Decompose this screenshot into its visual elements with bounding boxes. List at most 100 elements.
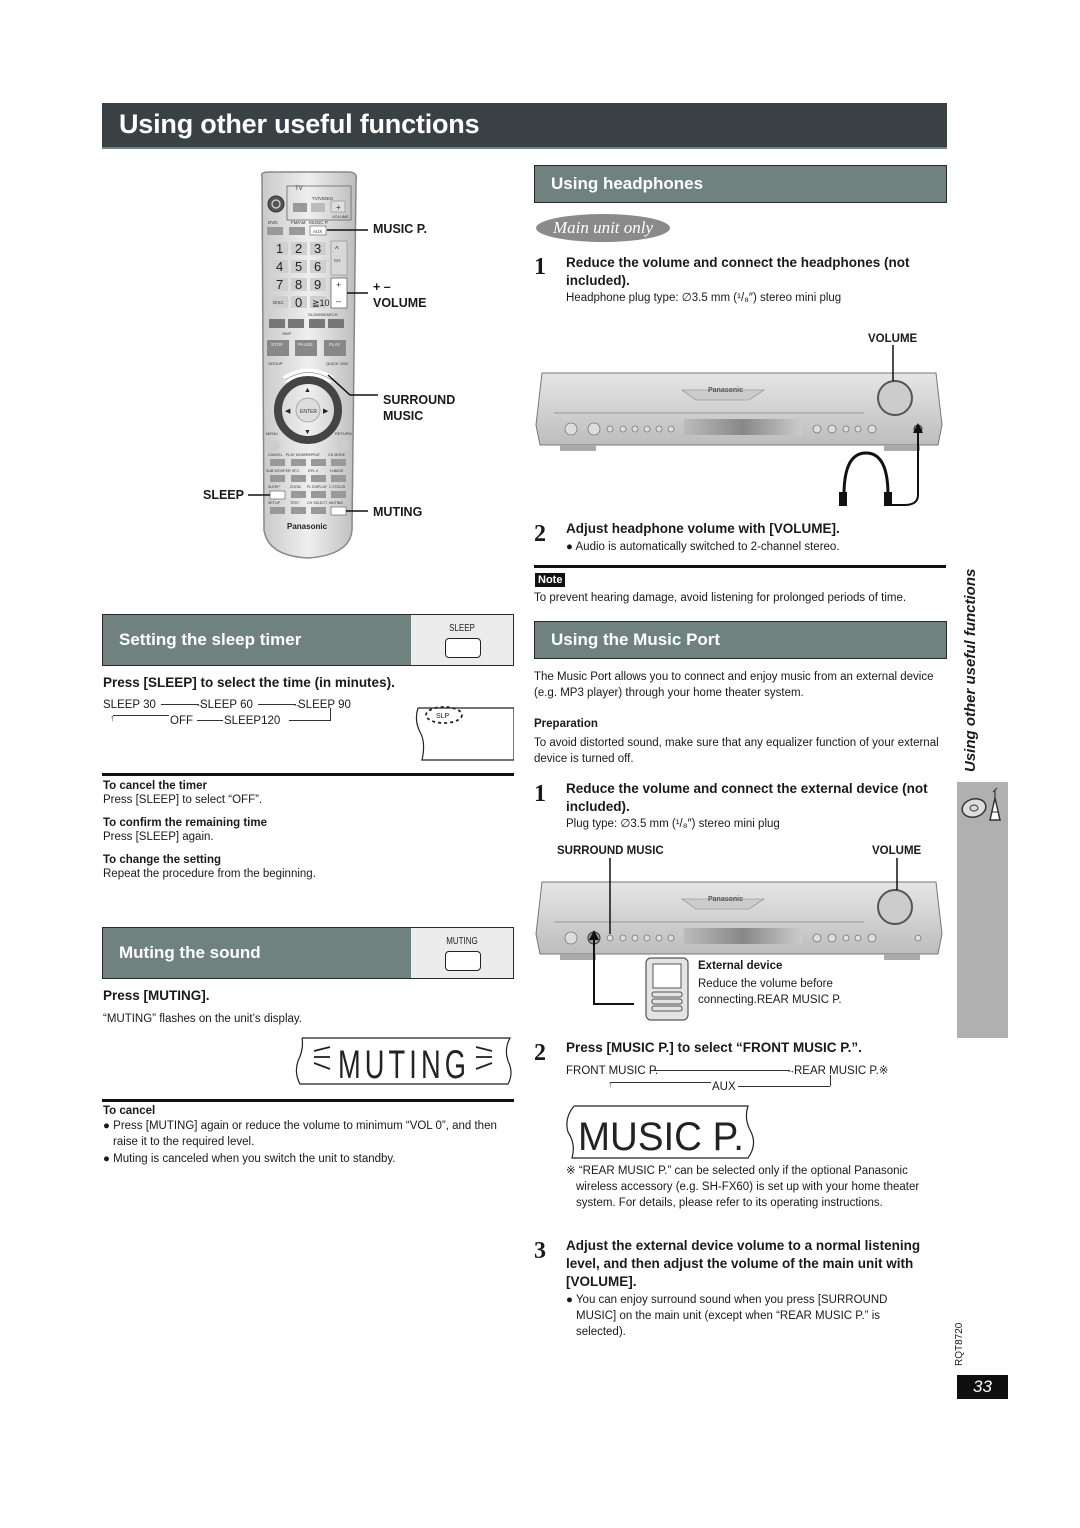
sleep-cycle-diagram: SLEEP 30 → SLEEP 60 → SLEEP 90 ↑ OFF SLE… [103,699,351,727]
page-title: Using other useful functions [119,109,480,139]
svg-text:3: 3 [314,241,321,256]
svg-text:QUICK OSD: QUICK OSD [326,361,349,366]
page-number: 33 [957,1375,1008,1399]
music-p-cycle-diagram: FRONT MUSIC P. → REAR MUSIC P.※ ↑ AUX [566,1065,889,1093]
music-p-display-illustration: MUSIC P. [564,1104,764,1160]
svg-text:STOP: STOP [271,342,283,347]
svg-text:ZOOM: ZOOM [290,485,301,489]
volume-label: VOLUME [868,333,918,345]
svg-text:MUTING: MUTING [329,501,343,505]
svg-text:6: 6 [314,259,321,274]
svg-text:FM/AM: FM/AM [291,220,306,225]
volume-knob [877,380,913,416]
sleep-tips: To cancel the timer Press [SLEEP] to sel… [103,780,513,882]
svg-text:VOLUME: VOLUME [332,214,349,219]
music-port-heading: Using the Music Port [534,621,947,659]
svg-text:1: 1 [276,241,283,256]
svg-text:MENU: MENU [266,431,278,436]
page-title-bar: Using other useful functions [102,103,947,149]
callout-surround: SURROUND [383,393,456,407]
power-button [267,195,285,213]
callout-sleep: SLEEP [203,488,244,502]
step-number: 2 [534,521,546,547]
svg-text:▶: ▶ [323,408,329,415]
section-divider [102,773,514,776]
muting-lcd-text: MUTING [338,1043,470,1087]
svg-text:^: ^ [335,245,339,254]
unit-display-window [684,928,802,944]
callout-volume: VOLUME [373,296,427,310]
svg-text:MUSIC P.: MUSIC P. [309,220,328,225]
svg-text:PLAY MODE: PLAY MODE [286,453,307,457]
step-number: 3 [534,1238,546,1264]
svg-text:DPL II: DPL II [308,469,318,473]
svg-text:9: 9 [314,277,321,292]
svg-text:TV/VIDEO: TV/VIDEO [312,196,334,201]
disc-antenna-icon [961,787,1001,821]
music-port-plug-type: Plug type: ∅3.5 mm (¹/₈″) stereo mini pl… [566,818,780,830]
remote-key-tv-label: TV [295,186,303,192]
sleep-button-icon [445,638,481,658]
svg-text:AUX: AUX [313,229,322,234]
muting-description: “MUTING” flashes on the unit’s display. [103,1013,302,1025]
music-port-step3-title: Adjust the external device volume to a n… [566,1238,921,1289]
preparation-title: Preparation [534,718,598,730]
side-tab [957,782,1008,1038]
muting-instruction: Press [MUTING]. [103,988,210,1003]
svg-text:SLOW/SEARCH: SLOW/SEARCH [308,312,338,317]
svg-text:GROUP: GROUP [268,361,283,366]
svg-text:▲: ▲ [304,387,311,394]
svg-text:FL DISPLAY: FL DISPLAY [307,485,328,489]
bullet-item: ● Audio is automatically switched to 2-c… [566,541,840,553]
unit-brand-logo: Panasonic [708,387,743,394]
svg-text:CH SELECT: CH SELECT [307,501,328,505]
doc-code: RQT8720 [954,1322,965,1366]
svg-text:8: 8 [295,277,302,292]
muting-button-illustration: MUTING [411,927,514,979]
volume-label: VOLUME [872,845,922,857]
svg-text:◀: ◀ [285,408,291,415]
volume-knob [877,889,913,925]
svg-text:TEST: TEST [290,501,300,505]
svg-text:SETUP: SETUP [268,501,281,505]
headphones-plug-type: Headphone plug type: ∅3.5 mm (¹/₈″) ster… [566,292,842,304]
svg-text:ENTER: ENTER [300,409,317,415]
remote-brand-logo: Panasonic [287,522,328,531]
unit-brand-logo: Panasonic [708,896,743,903]
svg-text:C.FOCUS: C.FOCUS [329,485,346,489]
slp-indicator: SLP [436,713,450,720]
bullet-item: ● Muting is canceled when you switch the… [103,1153,396,1165]
callout-music: MUSIC [383,409,424,423]
unit-display-window [684,419,802,435]
step-number: 2 [534,1040,546,1066]
svg-text:SKIP: SKIP [282,331,291,336]
svg-text:H.BASS: H.BASS [330,469,344,473]
sleep-display-illustration: SLP [414,702,515,762]
muting-button-icon [445,951,481,971]
external-device-title: External device [698,960,783,972]
svg-text:CH: CH [334,258,341,263]
preparation-text: To avoid distorted sound, make sure that… [534,737,939,765]
svg-text:+: + [336,280,341,290]
main-unit-only-badge: Main unit only [536,214,670,242]
svg-text:RETURN: RETURN [335,431,352,436]
muting-cancel: To cancel ● Press [MUTING] again or redu… [103,1105,513,1167]
step-number: 1 [534,781,546,807]
sleep-instruction: Press [SLEEP] to select the time (in min… [103,675,395,690]
rear-music-footnote: ※ “REAR MUSIC P.” can be selected only i… [566,1165,920,1209]
music-port-intro: The Music Port allows you to connect and… [534,671,934,699]
svg-text:▼: ▼ [304,429,311,436]
svg-text:DVD: DVD [268,220,278,225]
svg-text:0: 0 [295,295,302,310]
side-section-label: Using other useful functions [962,568,979,772]
svg-text:PAUSE: PAUSE [298,342,313,347]
svg-text:7: 7 [276,277,283,292]
svg-text:REPEAT: REPEAT [306,453,321,457]
svg-text:–: – [336,296,341,306]
music-p-lcd-text: MUSIC P. [578,1115,744,1159]
callout-music-p: MUSIC P. [373,222,427,236]
callout-volume-plus-minus: + – [373,280,391,294]
svg-text:≧10: ≧10 [312,298,330,308]
sleep-key [269,490,286,500]
svg-text:CANCEL: CANCEL [268,453,283,457]
